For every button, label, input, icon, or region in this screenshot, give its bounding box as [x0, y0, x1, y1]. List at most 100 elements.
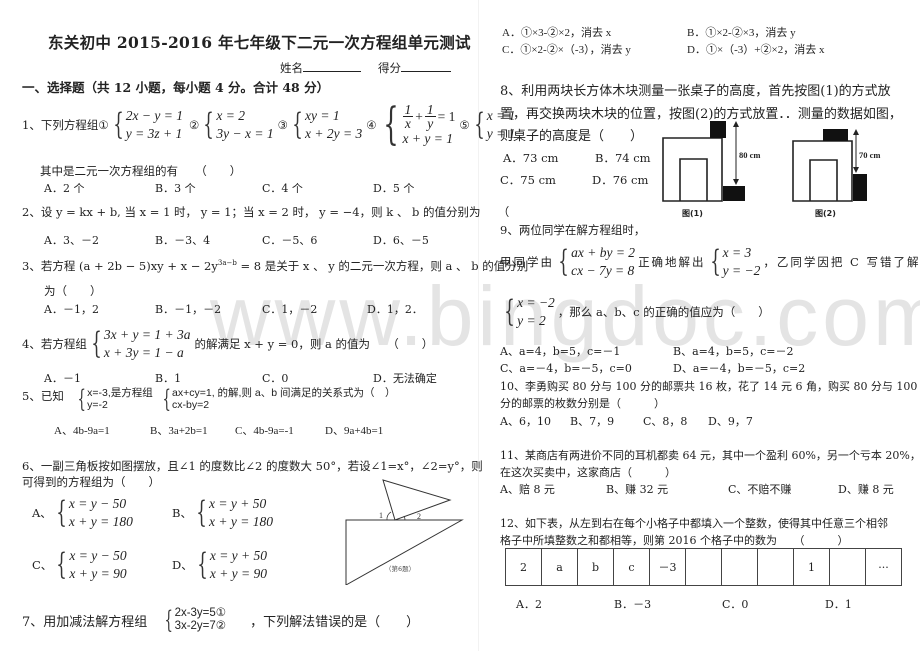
q1-option-a[interactable]: A．2 个	[44, 180, 84, 196]
q12-option-a[interactable]: A．2	[516, 596, 542, 612]
q8-option-b[interactable]: B．74 cm	[595, 150, 651, 166]
q1-option-b[interactable]: B．3 个	[155, 180, 196, 196]
q8-option-c[interactable]: C．75 cm	[500, 172, 556, 188]
fraction-equation: 1x + 1y = 1	[402, 102, 456, 131]
q12-option-b[interactable]: B．－3	[614, 596, 651, 612]
q9-option-c[interactable]: C、a=－4，b=－5，c=0	[500, 360, 632, 376]
q11-option-c[interactable]: C、不赔不赚	[728, 481, 791, 497]
q1-system-2: {x = 2 3y − x = 1	[199, 107, 274, 143]
q5-prefix: 5、已知	[22, 389, 64, 403]
q2-option-a[interactable]: A．3、－2	[44, 232, 99, 248]
equation: 2x-3y=5①	[174, 607, 227, 619]
q9-option-d[interactable]: D、a=－4，b=－5，c=2	[673, 360, 805, 376]
name-field[interactable]: 姓名	[280, 60, 361, 76]
q6-option-a[interactable]: A、 {x = y − 50 x + y = 180	[32, 495, 133, 531]
q1-system-1: {2x − y = 1 y = 3z + 1	[109, 107, 183, 143]
q1-mark-4: ④	[366, 118, 377, 132]
brace-icon: {	[91, 326, 102, 361]
q8-option-a[interactable]: A．73 cm	[503, 150, 558, 166]
q6-line1: 6、一副三角板按如图摆放，且∠1 的度数比∠2 的度数大 50°，若设∠1=x°…	[22, 459, 483, 473]
equation: 2x − y = 1	[125, 108, 183, 123]
q3-option-b[interactable]: B．－1，－2	[155, 301, 221, 317]
q4-option-c[interactable]: C．0	[262, 370, 288, 386]
q6-d-system: {x = y + 50 x + y = 90	[197, 547, 268, 582]
q3-exponent: 3a−b	[217, 259, 237, 268]
q3-option-d[interactable]: D．1，2．	[367, 301, 423, 317]
brace-icon: {	[56, 495, 67, 530]
large-triangle	[345, 519, 464, 585]
grid-cell	[721, 548, 758, 586]
grid-cell: a	[541, 548, 578, 586]
q5-option-d[interactable]: D、9a+4b=1	[325, 422, 383, 438]
q4-suffix: 的解满足 x + y = 0，则 a 的值为 （ ）	[194, 337, 434, 351]
q6-option-d[interactable]: D、 {x = y + 50 x + y = 90	[172, 547, 267, 583]
q7-option-b[interactable]: B．①×2-②×3，消去 y	[687, 24, 796, 40]
q10-line2: 分的邮票的枚数分别是（ ）	[500, 397, 665, 410]
q10-option-a[interactable]: A、6，10	[500, 413, 551, 429]
q10-option-b[interactable]: B、7，9	[570, 413, 614, 429]
q5-option-a[interactable]: A、4b-9a=1	[54, 422, 110, 438]
q12-option-d[interactable]: D．1	[825, 596, 852, 612]
question-2: 2、设 y = kx + b, 当 x = 1 时， y = 1；当 x = 2…	[22, 205, 510, 219]
q2-option-b[interactable]: B．－3、4	[155, 232, 210, 248]
fig1-measure: 80 cm	[739, 150, 760, 160]
figure-caption: （第6题）	[385, 564, 415, 573]
score-blank[interactable]	[401, 61, 451, 72]
equation: x + 2y = 3	[304, 126, 363, 141]
q4-option-b[interactable]: B．1	[155, 370, 181, 386]
q12-option-c[interactable]: C．0	[722, 596, 748, 612]
q1-mark-2: ②	[188, 118, 200, 132]
wood-block-bottom	[853, 174, 867, 201]
q8-line3: 则桌子的高度是（ ）	[500, 129, 644, 144]
brace-icon: {	[197, 547, 208, 582]
brace-icon: {	[203, 107, 215, 142]
q8-option-d[interactable]: D．76 cm	[592, 172, 648, 188]
q4-option-d[interactable]: D．无法确定	[373, 370, 437, 386]
q11-option-a[interactable]: A、赔 8 元	[500, 481, 555, 497]
q1-option-c[interactable]: C．4 个	[262, 180, 303, 196]
equation: x = 2	[216, 108, 245, 123]
grid-cell: b	[577, 548, 614, 586]
q1-option-d[interactable]: D．5 个	[373, 180, 414, 196]
q2-option-c[interactable]: C．－5、6	[262, 232, 317, 248]
q7-option-a[interactable]: A．①×3-②×2，消去 x	[502, 24, 611, 40]
q5-option-c[interactable]: C、4b-9a=-1	[235, 422, 294, 438]
q9-option-b[interactable]: B、a=4，b=5，c=－2	[673, 343, 794, 359]
q6-option-b[interactable]: B、 {x = y + 50 x + y = 180	[172, 495, 273, 531]
equation: cx − 7y = 8	[571, 263, 635, 278]
q2-option-d[interactable]: D．6、－5	[373, 232, 429, 248]
equation: x = −2	[517, 295, 555, 310]
q5-system-1: {x=-3,是方程组 y=-2	[74, 387, 152, 411]
q10-option-d[interactable]: D、9，7	[708, 413, 753, 429]
arrow-head-up	[853, 129, 859, 135]
equation: cx-by=2	[172, 399, 210, 411]
q9-option-a[interactable]: A、a=4，b=5，c=－1	[500, 343, 620, 359]
equation: ax + by = 2	[571, 245, 636, 260]
q4-option-a[interactable]: A．－1	[44, 370, 81, 386]
wood-block-bottom	[723, 186, 745, 201]
q5-option-b[interactable]: B、3a+2b=1	[150, 422, 208, 438]
q7-system: {2x-3y=5① 3x-2y=7②	[161, 607, 226, 633]
q7-option-d[interactable]: D．①×（-3）+②×2，消去 x	[687, 41, 824, 57]
q9-line3: {x = −2 y = 2 ，那么 a、b、c 的正确的值应为（ ）	[500, 294, 769, 330]
q1-mark-5: ⑤	[459, 118, 470, 132]
q9-mid: 正确地解出	[638, 255, 706, 269]
q3-option-c[interactable]: C．1，－2	[262, 301, 317, 317]
name-blank[interactable]	[303, 61, 361, 72]
q7-option-c[interactable]: C．①×2-②×（-3），消去 y	[502, 41, 631, 57]
q11-option-d[interactable]: D、赚 8 元	[838, 481, 894, 497]
q11-option-b[interactable]: B、赚 32 元	[606, 481, 668, 497]
q10-option-c[interactable]: C、8，8	[643, 413, 687, 429]
question-5: 5、已知 {x=-3,是方程组 y=-2 {ax+cy=1, 的解,则 a、b 间…	[22, 387, 396, 411]
section-title: 一、选择题（共 12 小题，每小题 4 分。合计 48 分）	[22, 80, 330, 95]
q6-option-c[interactable]: C、 {x = y − 50 x + y = 90	[32, 547, 127, 583]
q3-option-a[interactable]: A．－1，2	[44, 301, 99, 317]
fraction-1-over-x: 1x	[402, 102, 414, 131]
arrow-head-down	[853, 167, 859, 173]
brace-icon: {	[504, 294, 515, 329]
angle-1-arc	[386, 511, 392, 521]
score-field[interactable]: 得分	[378, 60, 451, 76]
q5-system-2: {ax+cy=1, 的解,则 a、b 间满足的关系式为（ ） cx-by=2	[159, 387, 395, 411]
q1-stem: 其中是二元一次方程组的有 （ ）	[40, 164, 242, 178]
brace-icon: {	[558, 244, 569, 279]
